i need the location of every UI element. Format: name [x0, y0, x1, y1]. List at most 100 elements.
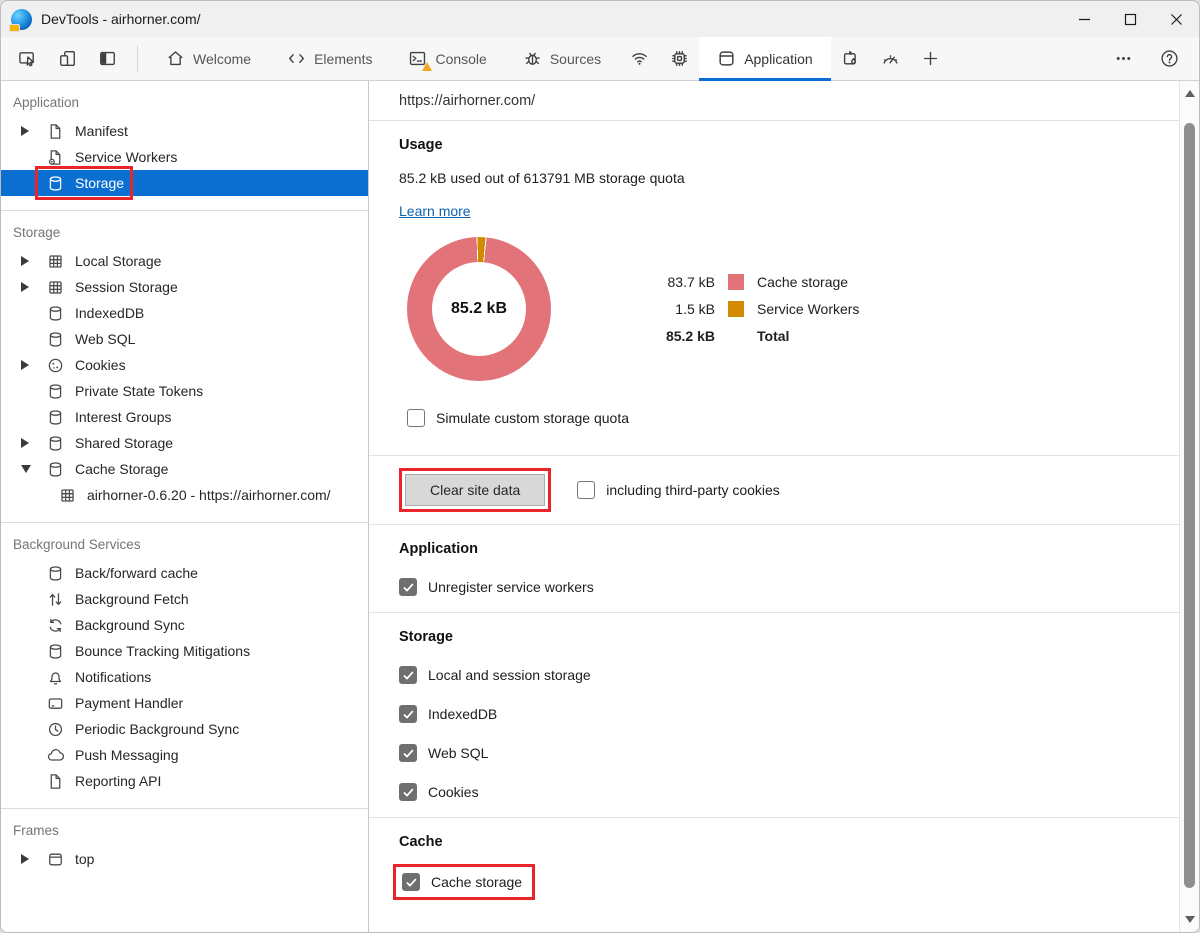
sidebar-item-interest-groups[interactable]: Interest Groups: [1, 404, 368, 430]
devtools-tabbar: Welcome Elements Console Sources Applica…: [1, 37, 1199, 81]
home-icon: [166, 49, 185, 68]
web-sql-checkbox[interactable]: [399, 744, 417, 762]
expand-arrow-icon[interactable]: [21, 126, 47, 136]
tab-console[interactable]: Console: [390, 37, 504, 80]
cloud-icon: [47, 747, 64, 764]
section-heading: Application: [399, 541, 1149, 557]
database-icon: [47, 461, 64, 478]
expand-arrow-icon[interactable]: [21, 360, 47, 370]
sidebar-item-session-storage[interactable]: Session Storage: [1, 274, 368, 300]
sidebar-section-application: Application Manifest Service Workers Sto…: [1, 81, 368, 211]
indexeddb-checkbox[interactable]: [399, 705, 417, 723]
third-party-cookies-label: including third-party cookies: [606, 482, 780, 498]
local-session-storage-checkbox[interactable]: [399, 666, 417, 684]
sidebar-item-bounce-tracking-mitigations[interactable]: Bounce Tracking Mitigations: [1, 638, 368, 664]
add-tab-button[interactable]: [911, 37, 951, 80]
ellipsis-icon: [1114, 49, 1133, 68]
maximize-button[interactable]: [1107, 1, 1153, 37]
annotation-box: Clear site data: [399, 468, 551, 512]
minimize-button[interactable]: [1061, 1, 1107, 37]
sidebar-item-label: Web SQL: [75, 331, 135, 347]
close-button[interactable]: [1153, 1, 1199, 37]
expand-arrow-icon[interactable]: [21, 438, 47, 448]
sidebar-item-indexeddb[interactable]: IndexedDB: [1, 300, 368, 326]
sidebar-item-label: Background Sync: [75, 617, 185, 633]
sidebar-item-local-storage[interactable]: Local Storage: [1, 248, 368, 274]
usage-heading: Usage: [399, 137, 1149, 153]
table-icon: [47, 279, 64, 296]
legend-value: 1.5 kB: [643, 301, 715, 317]
expand-arrow-icon[interactable]: [21, 256, 47, 266]
cookies-checkbox[interactable]: [399, 783, 417, 801]
unregister-service-workers-checkbox[interactable]: [399, 578, 417, 596]
window-controls: [1061, 1, 1199, 37]
more-tools-button[interactable]: [1103, 37, 1143, 80]
tab-application[interactable]: Application: [699, 37, 831, 80]
sidebar-item-background-sync[interactable]: Background Sync: [1, 612, 368, 638]
cache-storage-swatch: [728, 274, 744, 290]
learn-more-link[interactable]: Learn more: [399, 203, 471, 219]
scroll-thumb[interactable]: [1184, 123, 1195, 888]
legend-label: Service Workers: [757, 301, 859, 317]
sidebar-item-periodic-background-sync[interactable]: Periodic Background Sync: [1, 716, 368, 742]
tab-css-overview[interactable]: [831, 37, 871, 80]
tab-memory[interactable]: [659, 37, 699, 80]
content-area: Application Manifest Service Workers Sto…: [1, 81, 1199, 932]
sidebar-item-label: Bounce Tracking Mitigations: [75, 643, 250, 659]
sidebar-item-shared-storage[interactable]: Shared Storage: [1, 430, 368, 456]
tab-elements[interactable]: Elements: [269, 37, 390, 80]
sidebar-item-cookies[interactable]: Cookies: [1, 352, 368, 378]
help-button[interactable]: [1149, 37, 1189, 80]
sidebar-item-back-forward-cache[interactable]: Back/forward cache: [1, 560, 368, 586]
device-emulation-button[interactable]: [47, 37, 87, 80]
simulate-quota-checkbox[interactable]: [407, 409, 425, 427]
origin-url: https://airhorner.com/: [399, 93, 535, 109]
sidebar-item-reporting-api[interactable]: Reporting API: [1, 768, 368, 794]
origin-header: https://airhorner.com/: [369, 81, 1179, 121]
tab-label: Sources: [550, 51, 601, 67]
scroll-down-icon[interactable]: [1180, 916, 1199, 923]
service-worker-icon: [47, 149, 64, 166]
clear-site-data-button[interactable]: Clear site data: [405, 474, 545, 506]
sidebar-item-manifest[interactable]: Manifest: [1, 118, 368, 144]
sidebar-item-private-state-tokens[interactable]: Private State Tokens: [1, 378, 368, 404]
dock-panel-button[interactable]: [87, 37, 127, 80]
section-heading: Cache: [399, 834, 1149, 850]
sidebar-item-service-workers[interactable]: Service Workers: [1, 144, 368, 170]
sidebar-item-label: Cookies: [75, 357, 126, 373]
database-icon: [47, 435, 64, 452]
tab-welcome[interactable]: Welcome: [148, 37, 269, 80]
tab-performance[interactable]: [871, 37, 911, 80]
scroll-up-icon[interactable]: [1180, 90, 1199, 97]
tab-label: Console: [435, 51, 486, 67]
warning-badge-icon: [422, 62, 432, 71]
checkbox-label: Cookies: [428, 784, 479, 800]
vertical-scrollbar[interactable]: [1179, 81, 1199, 932]
expand-arrow-icon[interactable]: [21, 282, 47, 292]
inspect-button[interactable]: [7, 37, 47, 80]
sidebar-item-top-frame[interactable]: top: [1, 846, 368, 872]
sidebar-item-cache-entry[interactable]: airhorner-0.6.20 - https://airhorner.com…: [1, 482, 368, 508]
memory-chip-icon: [670, 49, 689, 68]
checkbox-row: IndexedDB: [399, 705, 1149, 723]
sidebar-item-label: IndexedDB: [75, 305, 144, 321]
sidebar-item-push-messaging[interactable]: Push Messaging: [1, 742, 368, 768]
checkbox-label: Web SQL: [428, 745, 488, 761]
tab-sources[interactable]: Sources: [505, 37, 619, 80]
sidebar-item-notifications[interactable]: Notifications: [1, 664, 368, 690]
sidebar-item-label: Shared Storage: [75, 435, 173, 451]
tab-network[interactable]: [619, 37, 659, 80]
help-icon: [1160, 49, 1179, 68]
expand-arrow-icon[interactable]: [21, 854, 47, 864]
collapse-arrow-icon[interactable]: [21, 465, 47, 473]
network-icon: [630, 49, 649, 68]
sidebar-item-label: Interest Groups: [75, 409, 172, 425]
sidebar-item-web-sql[interactable]: Web SQL: [1, 326, 368, 352]
third-party-cookies-checkbox[interactable]: [577, 481, 595, 499]
cache-storage-checkbox[interactable]: [402, 873, 420, 891]
sidebar-item-background-fetch[interactable]: Background Fetch: [1, 586, 368, 612]
sidebar-item-storage[interactable]: Storage: [1, 170, 368, 196]
sidebar-item-cache-storage[interactable]: Cache Storage: [1, 456, 368, 482]
checkbox-row: Local and session storage: [399, 666, 1149, 684]
sidebar-item-payment-handler[interactable]: Payment Handler: [1, 690, 368, 716]
